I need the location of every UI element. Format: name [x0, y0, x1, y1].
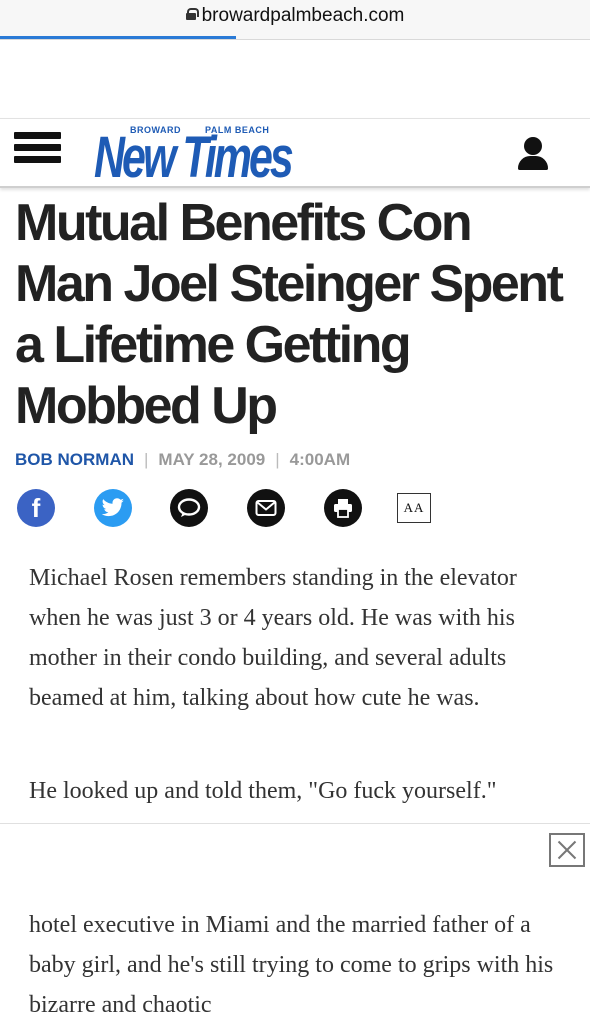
byline: BOB NORMAN | MAY 28, 2009 | 4:00AM [15, 450, 350, 470]
article-paragraph: Michael Rosen remembers standing in the … [29, 565, 517, 711]
site-logo[interactable]: BROWARD PALM BEACH New Times [94, 125, 309, 190]
publish-date: MAY 28, 2009 [158, 450, 266, 469]
lock-icon [185, 8, 199, 20]
hamburger-menu-icon[interactable] [14, 132, 61, 168]
url-display[interactable]: browardpalmbeach.com [0, 5, 590, 27]
print-icon[interactable] [324, 489, 362, 527]
publish-time: 4:00AM [289, 450, 351, 469]
url-text: browardpalmbeach.com [201, 5, 405, 26]
logo-wordmark: New Times [94, 125, 294, 190]
author-link[interactable]: BOB NORMAN [15, 450, 134, 469]
page-load-progress [0, 36, 236, 39]
byline-divider: | [275, 450, 280, 469]
comment-icon[interactable] [170, 489, 208, 527]
email-icon[interactable] [247, 489, 285, 527]
twitter-icon[interactable] [94, 489, 132, 527]
browser-url-bar[interactable]: browardpalmbeach.com [0, 0, 590, 40]
user-account-icon[interactable] [516, 137, 550, 171]
close-icon[interactable] [549, 833, 585, 867]
ad-overlay [0, 823, 590, 903]
facebook-icon[interactable]: f [17, 489, 55, 527]
font-size-button[interactable]: AA [397, 493, 431, 523]
article-headline: Mutual Benefits Con Man Joel Steinger Sp… [15, 194, 564, 435]
share-bar: f AA [0, 489, 590, 529]
article-paragraph: hotel executive in Miami and the married… [29, 912, 554, 1018]
article-paragraph: He looked up and told them, "Go fuck you… [29, 778, 497, 804]
byline-divider: | [144, 450, 149, 469]
site-header: BROWARD PALM BEACH New Times [0, 118, 590, 188]
